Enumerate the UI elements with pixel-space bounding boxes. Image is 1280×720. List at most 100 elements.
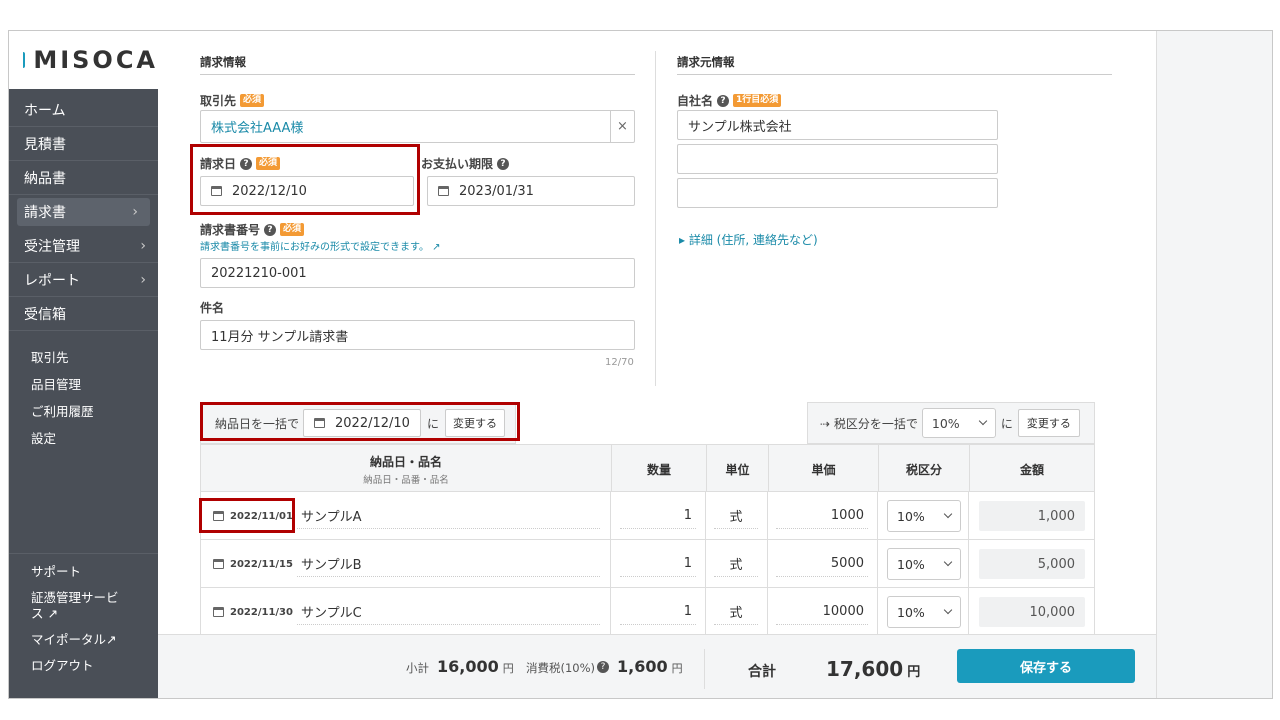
row-name-input[interactable]: サンプルA bbox=[297, 492, 600, 540]
company-line1-value: サンプル株式会社 bbox=[688, 119, 792, 135]
bulk-tax-select[interactable]: 10% bbox=[921, 408, 996, 438]
row-qty-input[interactable]: 1 bbox=[620, 588, 696, 636]
sidebar: MISOCA ホーム 見積書 納品書 請求書 › 受注管理 › レポート › 受信箱 … bbox=[9, 31, 158, 698]
header-unit: 単位 bbox=[706, 445, 768, 493]
row-amount-value: 5,000 bbox=[1037, 556, 1075, 572]
row-date[interactable]: 2022/11/30 bbox=[213, 588, 295, 636]
header-price: 単価 bbox=[768, 445, 878, 493]
subtotal-value: 16,000 bbox=[437, 657, 499, 676]
footer-divider bbox=[704, 649, 705, 689]
sidebar-item-home[interactable]: ホーム bbox=[9, 93, 158, 127]
company-line1-input[interactable]: サンプル株式会社 bbox=[677, 110, 998, 140]
sidebar-item-delivery[interactable]: 納品書 bbox=[9, 161, 158, 195]
row-qty-value: 1 bbox=[683, 508, 692, 523]
logout-link[interactable]: ログアウト bbox=[9, 658, 158, 674]
invoice-number-input[interactable]: 20221210-001 bbox=[200, 258, 635, 288]
subnav-item-history[interactable]: ご利用履歴 bbox=[9, 397, 158, 424]
due-date-input[interactable]: 2023/01/31 bbox=[427, 176, 635, 206]
row-unit-value: 式 bbox=[729, 510, 743, 525]
row-tax-select[interactable]: 10% bbox=[887, 540, 961, 588]
invoice-number-value: 20221210-001 bbox=[211, 265, 307, 281]
support-link[interactable]: サポート bbox=[9, 564, 158, 580]
row-tax-select[interactable]: 10% bbox=[887, 588, 961, 636]
subtotal-unit: 円 bbox=[502, 662, 514, 675]
sidebar-item-inbox[interactable]: 受信箱 bbox=[9, 297, 158, 331]
row-name-value: サンプルB bbox=[301, 558, 362, 573]
subnav-item-settings[interactable]: 設定 bbox=[9, 424, 158, 451]
client-value: 株式会社AAA様 bbox=[211, 121, 304, 136]
company-label-text: 自社名 bbox=[677, 94, 714, 108]
header-item-text: 納品日・品名 bbox=[369, 454, 442, 469]
row-name-input[interactable]: サンプルB bbox=[297, 540, 600, 588]
row-name-value: サンプルA bbox=[301, 510, 362, 525]
row-price-input[interactable]: 5000 bbox=[776, 540, 868, 588]
row-unit-input[interactable]: 式 bbox=[714, 492, 758, 540]
due-date-value: 2023/01/31 bbox=[459, 183, 534, 199]
row-tax-select[interactable]: 10% bbox=[887, 492, 961, 540]
logo[interactable]: MISOCA bbox=[9, 31, 158, 89]
bulk-tax-value: 10% bbox=[931, 415, 960, 431]
tax-unit: 円 bbox=[671, 662, 683, 675]
issuer-info-title: 請求元情報 bbox=[677, 55, 735, 69]
sidebar-item-invoices[interactable]: 請求書 › bbox=[17, 198, 150, 226]
sidebar-item-estimates[interactable]: 見積書 bbox=[9, 127, 158, 161]
sidebar-item-label: 受信箱 bbox=[24, 306, 66, 323]
sidebar-item-reports[interactable]: レポート › bbox=[9, 263, 158, 297]
clear-icon[interactable]: × bbox=[610, 111, 634, 142]
divider bbox=[677, 74, 1112, 75]
help-icon[interactable]: ? bbox=[497, 157, 510, 170]
subnav-item-clients[interactable]: 取引先 bbox=[9, 343, 158, 370]
client-label-text: 取引先 bbox=[200, 94, 237, 108]
client-input[interactable]: 株式会社AAA様 × bbox=[200, 110, 635, 143]
details-link[interactable]: ▸ 詳細 (住所, 連絡先など) bbox=[679, 231, 818, 248]
row-unit-input[interactable]: 式 bbox=[714, 540, 758, 588]
row-unit-input[interactable]: 式 bbox=[714, 588, 758, 636]
row-amount: 1,000 bbox=[979, 492, 1085, 540]
bulk-tax-bar: ⇢ 税区分を一括で 10% に 変更する bbox=[807, 402, 1095, 444]
invoice-number-label-text: 請求書番号 bbox=[200, 223, 261, 237]
row-unit-value: 式 bbox=[729, 606, 743, 621]
first-line-required-badge: 1行目必須 bbox=[733, 94, 782, 107]
row-qty-input[interactable]: 1 bbox=[620, 540, 696, 588]
header-item: 納品日・品名 納品日・品番・品名 bbox=[201, 445, 611, 493]
chevron-down-icon bbox=[943, 509, 953, 519]
due-date-label: お支払い期限 ? bbox=[421, 155, 510, 172]
table-row: 2022/11/30 サンプルC 1 式 10000 10% 10,000 bbox=[200, 588, 1095, 636]
totals-footer: 小計 16,000 円 消費税(10%) ? 1,600 円 合計 17,600… bbox=[158, 634, 1156, 698]
company-line2-input[interactable] bbox=[677, 144, 998, 174]
sidebar-item-orders[interactable]: 受注管理 › bbox=[9, 229, 158, 263]
row-price-input[interactable]: 10000 bbox=[776, 588, 868, 636]
grand-total: 合計 17,600 円 bbox=[748, 657, 920, 681]
row-name-value: サンプルC bbox=[301, 606, 362, 621]
bulk-tax-change-button[interactable]: 変更する bbox=[1017, 409, 1080, 437]
row-amount-value: 1,000 bbox=[1037, 508, 1075, 524]
voucher-service-link[interactable]: 証憑管理サービス ↗ bbox=[9, 590, 119, 622]
logo-text: MISOCA bbox=[33, 46, 158, 74]
row-unit-value: 式 bbox=[729, 558, 743, 573]
bulk-tax-label: ⇢ 税区分を一括で bbox=[820, 416, 918, 431]
row-name-input[interactable]: サンプルC bbox=[297, 588, 600, 636]
my-portal-link[interactable]: マイポータル↗ bbox=[9, 632, 158, 648]
row-qty-input[interactable]: 1 bbox=[620, 492, 696, 540]
row-date[interactable]: 2022/11/15 bbox=[213, 540, 295, 588]
subject-label: 件名 bbox=[200, 299, 224, 316]
row-price-input[interactable]: 1000 bbox=[776, 492, 868, 540]
main-content: 請求情報 取引先 必須 株式会社AAA様 × 請求日 ? 必須 2022/12/… bbox=[158, 31, 1156, 698]
row-tax-value: 10% bbox=[897, 556, 925, 572]
table-row: 2022/11/15 サンプルB 1 式 5000 10% 5,000 bbox=[200, 540, 1095, 588]
subnav-item-items[interactable]: 品目管理 bbox=[9, 370, 158, 397]
company-line3-input[interactable] bbox=[677, 178, 998, 208]
help-icon[interactable]: ? bbox=[597, 660, 610, 673]
required-badge: 必須 bbox=[240, 94, 265, 107]
calendar-icon bbox=[438, 186, 449, 196]
subject-value: 11月分 サンプル請求書 bbox=[211, 329, 349, 345]
subject-input[interactable]: 11月分 サンプル請求書 bbox=[200, 320, 635, 350]
help-icon[interactable]: ? bbox=[264, 223, 277, 236]
invoice-info-title: 請求情報 bbox=[200, 55, 246, 69]
due-date-label-text: お支払い期限 bbox=[421, 157, 494, 171]
subtotal-label: 小計 bbox=[406, 661, 429, 675]
save-button[interactable]: 保存する bbox=[957, 649, 1135, 683]
invoice-number-hint-link[interactable]: 請求書番号を事前にお好みの形式で設定できます。 ↗ bbox=[200, 238, 441, 253]
sidebar-item-label: 納品書 bbox=[24, 170, 66, 187]
help-icon[interactable]: ? bbox=[717, 94, 730, 107]
